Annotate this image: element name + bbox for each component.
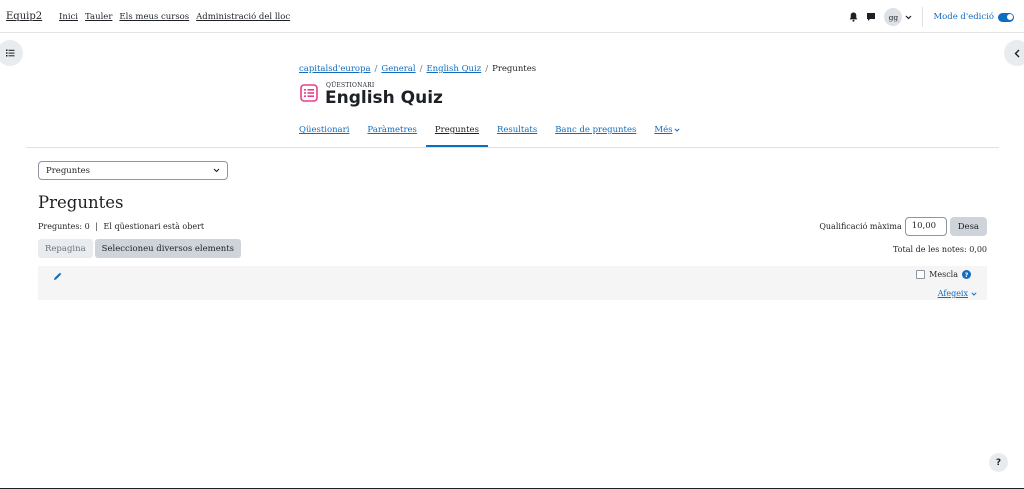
breadcrumb-course[interactable]: capitalsd'europa [299, 64, 371, 74]
questions-page-select[interactable]: Preguntes [38, 161, 228, 180]
secondary-nav-divider [26, 147, 999, 148]
nav-site-admin[interactable]: Administració del lloc [196, 12, 290, 22]
select-multiple-button[interactable]: Seleccioneu diversos elements [94, 239, 242, 258]
chevron-left-icon [1014, 49, 1020, 58]
tab-questions[interactable]: Preguntes [425, 117, 488, 147]
secondary-nav: Qüestionari Paràmetres Preguntes Resulta… [290, 117, 689, 147]
breadcrumb-separator: / [419, 64, 423, 74]
chevron-down-icon [971, 289, 977, 298]
info-separator: | [95, 222, 98, 231]
tab-settings[interactable]: Paràmetres [358, 117, 426, 147]
page-title: English Quiz [325, 88, 443, 108]
add-label: Afegeix [937, 289, 968, 298]
help-button[interactable]: ? [989, 453, 1008, 472]
shuffle-checkbox[interactable] [916, 270, 926, 279]
breadcrumb-quiz[interactable]: English Quiz [426, 64, 481, 74]
primary-nav: Inici Tauler Els meus cursos Administrac… [59, 12, 290, 22]
chevron-down-icon [905, 15, 912, 20]
max-grade-form: Qualificació màxima 10,00 Desa [819, 217, 987, 236]
avatar[interactable]: gg [884, 8, 903, 26]
top-navbar: Equip2 Inici Tauler Els meus cursos Admi… [0, 0, 1024, 33]
edit-mode-toggle[interactable]: Mode d'edició [933, 12, 1014, 22]
max-grade-label: Qualificació màxima [819, 222, 902, 231]
quiz-section: Mescla ? Afegeix [38, 266, 987, 300]
nav-dashboard[interactable]: Tauler [85, 12, 112, 22]
quiz-module-icon [299, 83, 319, 103]
site-brand[interactable]: Equip2 [6, 11, 42, 22]
divider [922, 7, 924, 27]
add-menu[interactable]: Afegeix [938, 289, 977, 298]
breadcrumb-current: Preguntes [492, 64, 537, 74]
total-marks: Total de les notes: 0,00 [892, 245, 987, 254]
nav-my-courses[interactable]: Els meus cursos [119, 12, 189, 22]
quiz-info: Preguntes: 0 | El qüestionari està obert [38, 222, 204, 231]
block-drawer-toggle[interactable] [1004, 40, 1024, 66]
breadcrumb-separator: / [485, 64, 489, 74]
question-actions: Repagina Seleccioneu diversos elements [38, 239, 242, 258]
tab-quiz[interactable]: Qüestionari [290, 117, 358, 147]
tab-results[interactable]: Resultats [488, 117, 546, 147]
help-icon[interactable]: ? [962, 270, 971, 279]
course-index-toggle[interactable] [0, 40, 23, 66]
tab-more[interactable]: Més [645, 117, 689, 147]
repaginate-button[interactable]: Repagina [38, 239, 93, 258]
breadcrumb-section[interactable]: General [381, 64, 415, 74]
save-button[interactable]: Desa [949, 217, 987, 236]
shuffle-option: Mescla ? [916, 270, 971, 279]
edit-mode-label: Mode d'edició [933, 12, 994, 22]
pencil-icon[interactable] [53, 272, 62, 284]
question-count: Preguntes: 0 [38, 222, 90, 231]
list-icon [5, 49, 15, 57]
breadcrumb: capitalsd'europa / General / English Qui… [299, 64, 536, 74]
chevron-down-icon [674, 125, 681, 147]
max-grade-input[interactable]: 10,00 [904, 217, 947, 236]
breadcrumb-separator: / [374, 64, 378, 74]
user-menu[interactable]: gg [884, 8, 912, 26]
tab-question-bank[interactable]: Banc de preguntes [546, 117, 645, 147]
user-menu-area: gg Mode d'edició [849, 7, 1014, 27]
select-value: Preguntes [46, 165, 91, 176]
section-heading: Preguntes [38, 193, 124, 212]
shuffle-label: Mescla [929, 270, 958, 279]
chat-icon[interactable] [866, 12, 876, 22]
toggle-switch[interactable] [998, 12, 1014, 22]
tab-more-label: Més [654, 125, 673, 135]
nav-home[interactable]: Inici [59, 12, 78, 22]
chevron-down-icon [213, 166, 220, 176]
bell-icon[interactable] [849, 12, 858, 22]
quiz-status: El qüestionari està obert [103, 222, 205, 231]
